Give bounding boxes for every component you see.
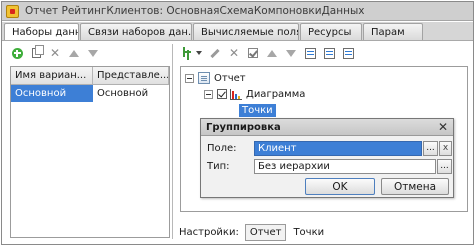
add-variant-button[interactable] bbox=[10, 46, 24, 60]
field-input[interactable]: Клиент bbox=[254, 140, 422, 156]
bar-chart-icon-bar-red bbox=[232, 90, 234, 99]
bar-chart-icon bbox=[230, 88, 242, 100]
collapse-icon[interactable] bbox=[185, 73, 194, 83]
tab-calculated-fields[interactable]: Вычисляемые поля bbox=[193, 23, 299, 40]
arrow-up-icon bbox=[69, 49, 79, 57]
mark-button[interactable] bbox=[246, 46, 260, 60]
tree-node-points-label: Точки bbox=[239, 103, 276, 117]
field-clear-button[interactable]: x bbox=[439, 140, 452, 156]
field-row: Поле: Клиент ... x bbox=[207, 140, 452, 156]
variants-pane: ✕ Имя вариан... Представле... Основной О… bbox=[6, 44, 171, 239]
app-window: Отчет РейтингКлиентов: ОсновнаяСхемаКомп… bbox=[1, 1, 474, 245]
chart-enabled-checkbox[interactable] bbox=[217, 89, 227, 99]
chevron-down-icon bbox=[196, 51, 202, 55]
cancel-button[interactable]: Отмена bbox=[381, 178, 449, 195]
variants-table: Имя вариан... Представле... Основной Осн… bbox=[10, 66, 170, 238]
tree-node-chart-label: Диаграмма bbox=[246, 88, 306, 100]
move-down-button[interactable] bbox=[86, 46, 100, 60]
arrow-up-icon bbox=[267, 49, 277, 57]
settings-bar: Настройки: Отчет Точки bbox=[174, 221, 473, 243]
column-header-name[interactable]: Имя вариан... bbox=[11, 67, 93, 84]
tab-strip: Наборы данных Связи наборов дан... Вычис… bbox=[2, 22, 473, 41]
bar-chart-icon-bar-blue bbox=[235, 93, 237, 99]
add-icon bbox=[11, 47, 23, 59]
properties-icon bbox=[342, 47, 354, 59]
collapse-icon[interactable] bbox=[204, 89, 213, 99]
properties-button[interactable] bbox=[341, 46, 355, 60]
move-up-structure-button[interactable] bbox=[265, 46, 279, 60]
column-header-presentation[interactable]: Представле... bbox=[93, 67, 169, 84]
variant-name-cell[interactable]: Основной bbox=[11, 85, 93, 102]
pane-splitter[interactable] bbox=[172, 44, 173, 239]
field-select-button[interactable]: ... bbox=[423, 140, 438, 156]
delete-structure-button[interactable]: ✕ bbox=[227, 46, 241, 60]
ungroup-icon bbox=[323, 47, 335, 59]
close-icon[interactable]: ✕ bbox=[438, 121, 448, 133]
title-bar: Отчет РейтингКлиентов: ОсновнаяСхемаКомп… bbox=[2, 2, 473, 21]
grouping-dialog: Группировка ✕ Поле: Клиент ... x Тип: Бе… bbox=[200, 118, 454, 198]
delete-variant-button[interactable]: ✕ bbox=[48, 46, 62, 60]
type-input[interactable]: Без иерархии bbox=[254, 158, 436, 174]
tree-node-report[interactable]: Отчет bbox=[185, 71, 246, 85]
ungroup-button[interactable] bbox=[322, 46, 336, 60]
tree-node-points[interactable]: Точки bbox=[239, 103, 276, 117]
dialog-title: Группировка bbox=[206, 121, 281, 133]
variants-toolbar: ✕ bbox=[6, 44, 171, 62]
copy-variant-button[interactable] bbox=[29, 45, 44, 60]
arrow-down-icon bbox=[286, 49, 296, 57]
window-title: Отчет РейтингКлиентов: ОсновнаяСхемаКомп… bbox=[25, 5, 365, 17]
delete-icon: ✕ bbox=[49, 46, 61, 60]
tab-datasets[interactable]: Наборы данных bbox=[4, 23, 79, 40]
delete-icon: ✕ bbox=[228, 46, 240, 60]
add-structure-button[interactable] bbox=[181, 46, 195, 60]
tree-node-report-label: Отчет bbox=[214, 72, 246, 84]
tab-dataset-links[interactable]: Связи наборов дан... bbox=[80, 23, 192, 40]
dialog-title-bar: Группировка ✕ bbox=[201, 119, 453, 136]
app-icon bbox=[6, 4, 19, 18]
type-label: Тип: bbox=[207, 160, 230, 172]
settings-label: Настройки: bbox=[179, 226, 239, 238]
grouping-icon bbox=[304, 47, 316, 59]
move-down-structure-button[interactable] bbox=[284, 46, 298, 60]
variant-presentation-cell[interactable]: Основной bbox=[93, 85, 169, 102]
structure-toolbar: ✕ bbox=[174, 44, 473, 62]
copy-icon bbox=[31, 45, 44, 58]
tree-add-icon bbox=[182, 47, 194, 59]
settings-tab-points[interactable]: Точки bbox=[288, 224, 329, 241]
table-row[interactable]: Основной Основной bbox=[11, 85, 169, 102]
checkmark-icon bbox=[248, 48, 258, 58]
pencil-icon bbox=[210, 48, 220, 58]
ok-button[interactable]: OK bbox=[305, 178, 375, 195]
bar-chart-icon-bar-yellow bbox=[238, 95, 240, 99]
report-icon bbox=[198, 72, 210, 84]
edit-button[interactable] bbox=[208, 46, 222, 60]
group-button[interactable] bbox=[303, 46, 317, 60]
tree-node-chart[interactable]: Диаграмма bbox=[204, 87, 305, 101]
tab-parameters[interactable]: Парам bbox=[363, 23, 423, 40]
add-dropdown-button[interactable] bbox=[196, 46, 204, 60]
type-select-button[interactable]: ... bbox=[437, 158, 452, 174]
settings-tab-report[interactable]: Отчет bbox=[244, 223, 287, 241]
table-header: Имя вариан... Представле... bbox=[11, 67, 169, 85]
type-row: Тип: Без иерархии ... bbox=[207, 158, 452, 174]
field-label: Поле: bbox=[207, 142, 237, 154]
arrow-down-icon bbox=[88, 49, 98, 57]
move-up-button[interactable] bbox=[67, 46, 81, 60]
tab-resources[interactable]: Ресурсы bbox=[300, 23, 362, 40]
